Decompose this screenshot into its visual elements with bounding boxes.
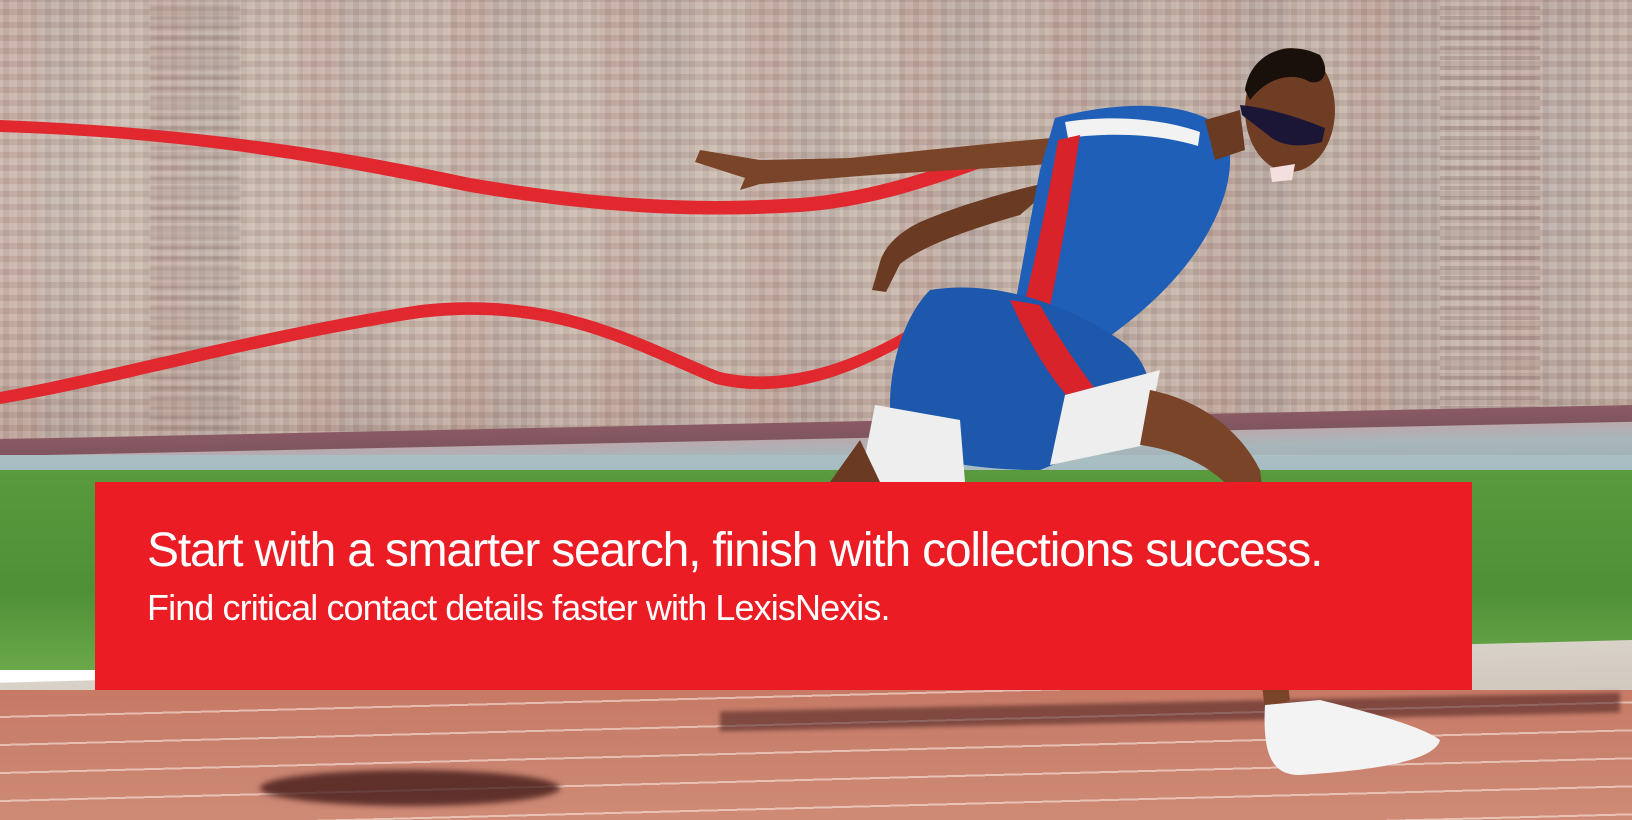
promo-banner: Start with a smarter search, finish with… [95, 482, 1472, 690]
finish-ribbon-lower [0, 302, 944, 404]
sprinter-figure [0, 48, 1440, 775]
finish-ribbon-upper [0, 120, 1200, 234]
front-arm [695, 135, 1090, 190]
hero-banner: Start with a smarter search, finish with… [0, 0, 1632, 820]
banner-headline: Start with a smarter search, finish with… [147, 524, 1323, 577]
running-shoe [1264, 700, 1440, 775]
banner-subline: Find critical contact details faster wit… [147, 587, 891, 628]
